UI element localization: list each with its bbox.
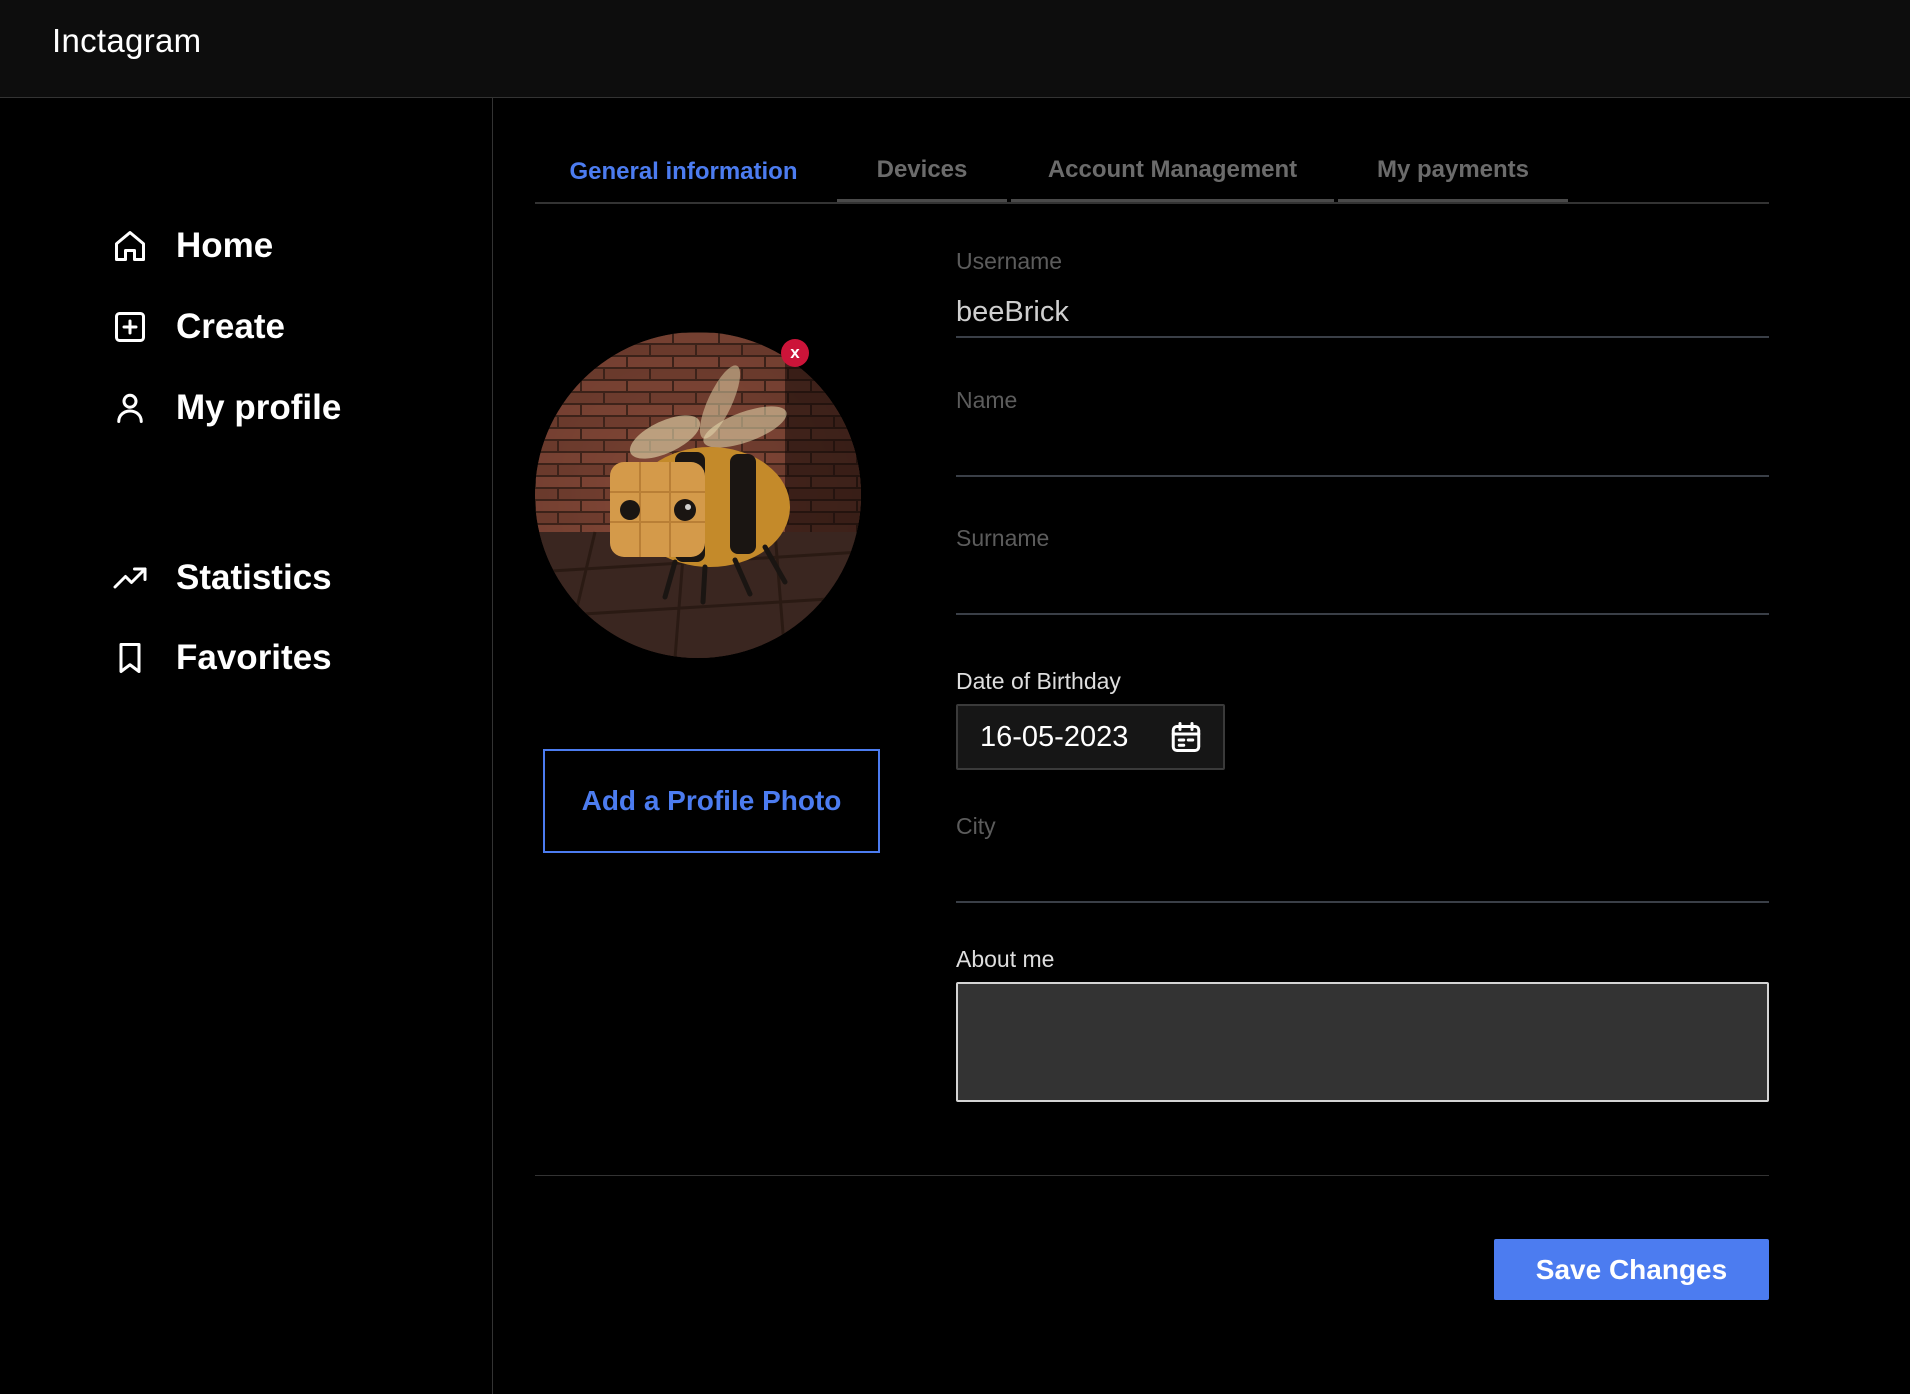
save-changes-button[interactable]: Save Changes	[1494, 1239, 1769, 1300]
sidebar-item-label: My profile	[176, 388, 342, 427]
birthday-label: Date of Birthday	[956, 668, 1121, 694]
about-me-textarea[interactable]	[956, 982, 1769, 1102]
sidebar-item-label: Home	[176, 226, 274, 265]
sidebar-item-statistics[interactable]: Statistics	[112, 553, 332, 603]
username-input[interactable]: beeBrick	[956, 292, 1769, 338]
surname-field-group: Surname	[956, 525, 1769, 621]
sidebar-item-create[interactable]: Create	[112, 302, 285, 352]
tab-devices[interactable]: Devices	[837, 140, 1007, 202]
surname-label: Surname	[956, 525, 1050, 551]
user-icon	[117, 393, 143, 423]
name-input[interactable]	[956, 431, 1769, 477]
sidebar-item-my-profile[interactable]: My profile	[112, 383, 341, 433]
settings-tabs: General information Devices Account Mana…	[535, 140, 1769, 204]
birthday-date-picker[interactable]: 16-05-2023	[956, 704, 1225, 770]
city-input[interactable]	[956, 857, 1769, 903]
tab-my-payments[interactable]: My payments	[1338, 140, 1568, 202]
app-logo[interactable]: Inctagram	[52, 22, 201, 60]
tab-account-management[interactable]: Account Management	[1011, 140, 1334, 202]
about-field-group: About me	[956, 946, 1769, 978]
sidebar-item-home[interactable]: Home	[112, 221, 273, 271]
trending-up-icon	[113, 567, 147, 589]
sidebar-item-label: Create	[176, 307, 285, 346]
calendar-icon[interactable]	[1168, 719, 1204, 755]
bookmark-icon	[119, 643, 141, 673]
home-icon	[115, 231, 145, 261]
surname-input[interactable]	[956, 569, 1769, 615]
tab-general-information[interactable]: General information	[535, 140, 832, 204]
birthday-field-group: Date of Birthday	[956, 668, 1769, 700]
city-field-group: City	[956, 813, 1769, 909]
add-profile-photo-button[interactable]: Add a Profile Photo	[543, 749, 880, 853]
sidebar-item-favorites[interactable]: Favorites	[112, 633, 332, 683]
birthday-value: 16-05-2023	[980, 720, 1129, 753]
remove-photo-button[interactable]: x	[781, 339, 809, 367]
avatar-image	[535, 332, 861, 658]
app-header: Inctagram	[0, 0, 1910, 98]
about-label: About me	[956, 946, 1055, 972]
avatar	[535, 332, 861, 658]
plus-square-icon	[115, 312, 145, 342]
form-divider	[535, 1175, 1769, 1176]
username-label: Username	[956, 248, 1063, 274]
sidebar: Home Create My profile Statistics Favori…	[0, 98, 493, 1394]
sidebar-item-label: Statistics	[176, 558, 332, 597]
name-field-group: Name	[956, 387, 1769, 483]
name-label: Name	[956, 387, 1018, 413]
city-label: City	[956, 813, 996, 839]
username-field-group: Username beeBrick	[956, 248, 1769, 344]
sidebar-item-label: Favorites	[176, 638, 332, 677]
